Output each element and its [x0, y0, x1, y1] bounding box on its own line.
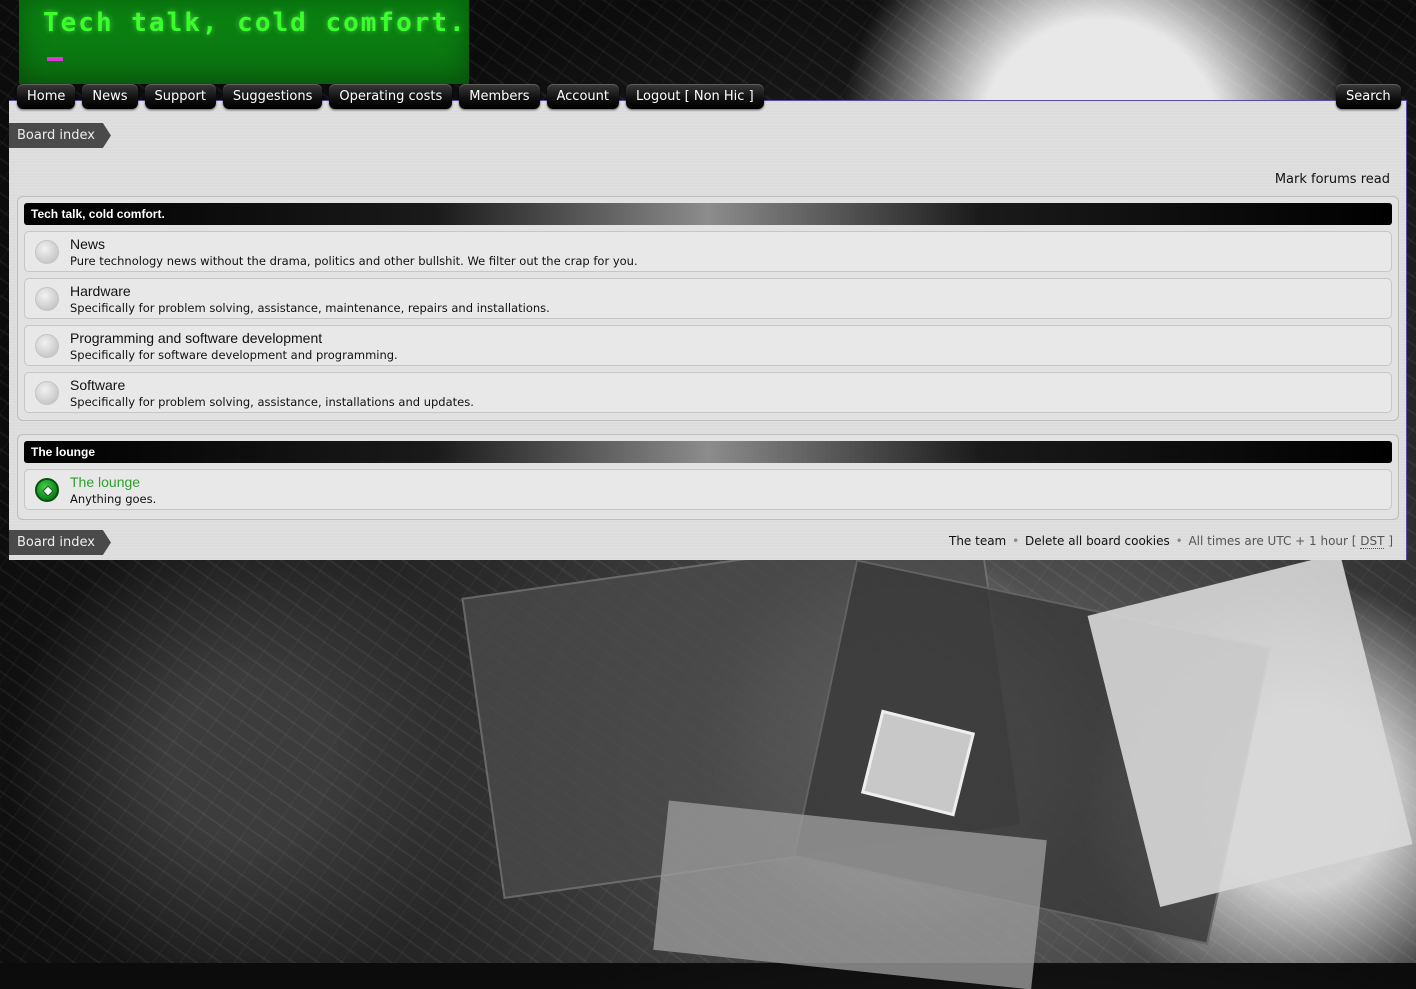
site-logo[interactable]: Tech talk, cold comfort. [19, 0, 469, 84]
nav-news-button[interactable]: News [82, 84, 138, 109]
forum-read-icon [35, 381, 59, 405]
forum-row-software: Software Specifically for problem solvin… [24, 372, 1392, 413]
nav-account-button[interactable]: Account [546, 84, 619, 109]
forum-description: Specifically for problem solving, assist… [70, 301, 550, 315]
category-header: Tech talk, cold comfort. [24, 203, 1392, 225]
forum-read-icon [35, 334, 59, 358]
breadcrumb-board-index[interactable]: Board index [9, 123, 111, 148]
forum-unread-icon [35, 478, 59, 502]
board-index-panel: Board index Mark forums read Tech talk, … [9, 100, 1407, 560]
search-button[interactable]: Search [1336, 84, 1401, 109]
timezone-text: All times are UTC + 1 hour [ [1188, 534, 1357, 548]
dst-abbr: DST [1360, 534, 1385, 549]
forum-read-icon [35, 287, 59, 311]
mark-forums-read-link[interactable]: Mark forums read [1275, 172, 1390, 187]
forum-title-hardware[interactable]: Hardware [70, 283, 131, 299]
cursor-icon [47, 57, 63, 61]
forum-description: Specifically for software development an… [70, 348, 398, 362]
footer-separator: • [1012, 534, 1020, 548]
forum-category-tech-talk: Tech talk, cold comfort. News Pure techn… [17, 196, 1399, 421]
forum-read-icon [35, 240, 59, 264]
nav-suggestions-button[interactable]: Suggestions [222, 84, 323, 109]
delete-cookies-link[interactable]: Delete all board cookies [1025, 534, 1170, 548]
forum-row-programming: Programming and software development Spe… [24, 325, 1392, 366]
forum-row-news: News Pure technology news without the dr… [24, 231, 1392, 272]
forum-description: Anything goes. [70, 492, 157, 506]
nav-members-button[interactable]: Members [459, 84, 540, 109]
forum-title-news[interactable]: News [70, 236, 105, 252]
timezone-suffix: ] [1388, 534, 1393, 548]
forum-description: Pure technology news without the drama, … [70, 254, 638, 268]
forum-title-software[interactable]: Software [70, 377, 125, 393]
forum-title-lounge[interactable]: The lounge [70, 474, 140, 490]
main-nav: Home News Support Suggestions Operating … [17, 84, 764, 109]
forum-category-lounge: The lounge The lounge Anything goes. [17, 434, 1399, 520]
forum-row-lounge: The lounge Anything goes. [24, 469, 1392, 510]
footer-links: The team • Delete all board cookies • Al… [949, 534, 1393, 549]
nav-operating-costs-button[interactable]: Operating costs [329, 84, 453, 109]
breadcrumb-board-index-bottom[interactable]: Board index [9, 530, 111, 555]
nav-logout-button[interactable]: Logout [ Non Hic ] [626, 84, 764, 109]
forum-description: Specifically for problem solving, assist… [70, 395, 474, 409]
the-team-link[interactable]: The team [949, 534, 1006, 548]
site-logo-text: Tech talk, cold comfort. [43, 8, 469, 68]
forum-title-programming[interactable]: Programming and software development [70, 330, 322, 346]
nav-support-button[interactable]: Support [144, 84, 216, 109]
nav-home-button[interactable]: Home [17, 84, 76, 109]
category-header: The lounge [24, 441, 1392, 463]
footer-separator: • [1175, 534, 1183, 548]
forum-row-hardware: Hardware Specifically for problem solvin… [24, 278, 1392, 319]
site-logo-title: Tech talk, cold comfort. [43, 8, 467, 38]
